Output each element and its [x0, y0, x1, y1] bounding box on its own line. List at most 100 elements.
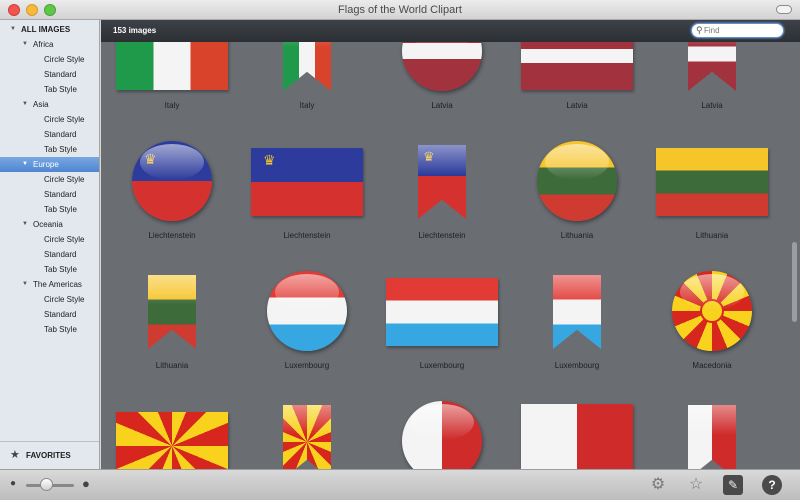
image-grid: Italy Italy Latvia Latvia Latvia ♛ Liech…	[101, 42, 800, 469]
flag-image	[647, 257, 777, 357]
flag-tile[interactable]	[647, 387, 777, 469]
flag-image	[647, 42, 777, 97]
flag-tile[interactable]: Macedonia	[647, 257, 777, 387]
person-large-icon: ●	[82, 476, 90, 491]
flag-tile[interactable]: Luxembourg	[242, 257, 372, 387]
flag-image	[242, 387, 372, 469]
flag-caption: Italy	[299, 101, 315, 110]
flag-tile[interactable]	[512, 387, 642, 469]
vertical-scrollbar[interactable]	[792, 242, 797, 322]
sidebar-group-africa[interactable]: ▼ Africa	[0, 37, 99, 52]
flag-image	[647, 387, 777, 469]
star-icon[interactable]: ☆	[686, 475, 706, 495]
sidebar-item-africa-circle[interactable]: Circle Style	[0, 52, 99, 67]
flag-caption: Liechtenstein	[283, 231, 331, 240]
sidebar-item-africa-standard[interactable]: Standard	[0, 67, 99, 82]
flag-tile[interactable]: Luxembourg	[512, 257, 642, 387]
bottom-bar: ● ● ⚙ ☆ ✎ ?	[0, 469, 800, 500]
flag-tile[interactable]: ♛ Liechtenstein	[377, 127, 507, 257]
wrench-icon[interactable]: ✎	[723, 475, 743, 495]
flag-image: ♛	[377, 127, 507, 227]
flag-tile[interactable]	[377, 387, 507, 469]
sidebar-item-europe-standard[interactable]: Standard	[0, 187, 99, 202]
sun-icon	[700, 299, 724, 323]
flag-tile[interactable]: Italy	[107, 42, 237, 127]
flag-tile[interactable]: Luxembourg	[377, 257, 507, 387]
flag-image	[512, 257, 642, 357]
search-field[interactable]: ⚲	[691, 23, 784, 38]
disclosure-triangle-icon[interactable]: ▼	[22, 97, 28, 112]
flag-caption: Luxembourg	[419, 361, 465, 370]
search-input[interactable]	[704, 25, 778, 36]
sidebar-item-oceania-tab[interactable]: Tab Style	[0, 262, 99, 277]
person-small-icon: ●	[10, 478, 17, 489]
sidebar-group-asia[interactable]: ▼ Asia	[0, 97, 99, 112]
sidebar-item-americas-standard[interactable]: Standard	[0, 307, 99, 322]
flag-image	[377, 257, 507, 357]
flag-image: ♛	[107, 127, 237, 227]
flag-image	[242, 42, 372, 97]
flag-image	[512, 42, 642, 97]
sidebar-group-oceania[interactable]: ▼ Oceania	[0, 217, 99, 232]
flag-tile[interactable]	[242, 387, 372, 469]
flag-caption: Latvia	[701, 101, 723, 110]
search-icon: ⚲	[696, 25, 703, 35]
disclosure-triangle-icon[interactable]: ▼	[22, 157, 28, 172]
category-tree: ▼ ALL IMAGES ▼ Africa Circle Style Stand…	[0, 20, 99, 438]
slider-knob[interactable]	[40, 478, 53, 491]
crown-icon: ♛	[423, 149, 435, 164]
sidebar-item-all-images[interactable]: ▼ ALL IMAGES	[0, 22, 99, 37]
sidebar-item-asia-circle[interactable]: Circle Style	[0, 112, 99, 127]
disclosure-triangle-icon[interactable]: ▼	[22, 217, 28, 232]
flag-image	[107, 387, 237, 469]
sidebar-item-favorites[interactable]: ★ FAVORITES	[0, 441, 99, 469]
flag-image	[512, 127, 642, 227]
sidebar-item-americas-circle[interactable]: Circle Style	[0, 292, 99, 307]
sidebar-item-europe-circle[interactable]: Circle Style	[0, 172, 99, 187]
star-icon: ★	[10, 449, 20, 461]
title-bar: Flags of the World Clipart	[0, 0, 800, 20]
flag-caption: Luxembourg	[554, 361, 600, 370]
sidebar-item-europe-tab[interactable]: Tab Style	[0, 202, 99, 217]
gear-icon[interactable]: ⚙	[648, 475, 668, 495]
flag-image	[377, 42, 507, 97]
disclosure-triangle-icon[interactable]: ▼	[22, 277, 28, 292]
flag-caption: Liechtenstein	[148, 231, 196, 240]
crown-icon: ♛	[263, 152, 276, 168]
sidebar-group-americas[interactable]: ▼ The Americas	[0, 277, 99, 292]
flag-caption: Lithuania	[155, 361, 189, 370]
flag-caption: Luxembourg	[284, 361, 330, 370]
flag-tile[interactable]: Lithuania	[107, 257, 237, 387]
image-count: 153 images	[113, 26, 157, 35]
flag-tile[interactable]	[107, 387, 237, 469]
sidebar-item-asia-tab[interactable]: Tab Style	[0, 142, 99, 157]
flag-caption: Lithuania	[695, 231, 729, 240]
sidebar-item-africa-tab[interactable]: Tab Style	[0, 82, 99, 97]
flag-image	[377, 387, 507, 469]
flag-tile[interactable]: ♛ Liechtenstein	[242, 127, 372, 257]
flag-tile[interactable]: ♛ Liechtenstein	[107, 127, 237, 257]
sidebar-item-oceania-standard[interactable]: Standard	[0, 247, 99, 262]
flag-tile[interactable]: Italy	[242, 42, 372, 127]
sidebar-item-asia-standard[interactable]: Standard	[0, 127, 99, 142]
help-icon[interactable]: ?	[762, 475, 782, 495]
flag-image	[107, 42, 237, 97]
disclosure-triangle-icon[interactable]: ▼	[10, 22, 16, 37]
flag-image	[512, 387, 642, 469]
flag-tile[interactable]: Latvia	[512, 42, 642, 127]
flag-tile[interactable]: Latvia	[377, 42, 507, 127]
disclosure-triangle-icon[interactable]: ▼	[22, 37, 28, 52]
flag-caption: Italy	[164, 101, 180, 110]
flag-tile[interactable]: Latvia	[647, 42, 777, 127]
sidebar-item-oceania-circle[interactable]: Circle Style	[0, 232, 99, 247]
toolbar-toggle-button[interactable]	[776, 5, 792, 14]
sidebar: ▼ ALL IMAGES ▼ Africa Circle Style Stand…	[0, 20, 100, 469]
flag-image: ♛	[242, 127, 372, 227]
flag-caption: Latvia	[566, 101, 588, 110]
sidebar-group-europe[interactable]: ▼ Europe	[0, 157, 99, 172]
sidebar-item-americas-tab[interactable]: Tab Style	[0, 322, 99, 337]
flag-caption: Macedonia	[692, 361, 732, 370]
flag-caption: Liechtenstein	[418, 231, 466, 240]
flag-tile[interactable]: Lithuania	[512, 127, 642, 257]
flag-tile[interactable]: Lithuania	[647, 127, 777, 257]
